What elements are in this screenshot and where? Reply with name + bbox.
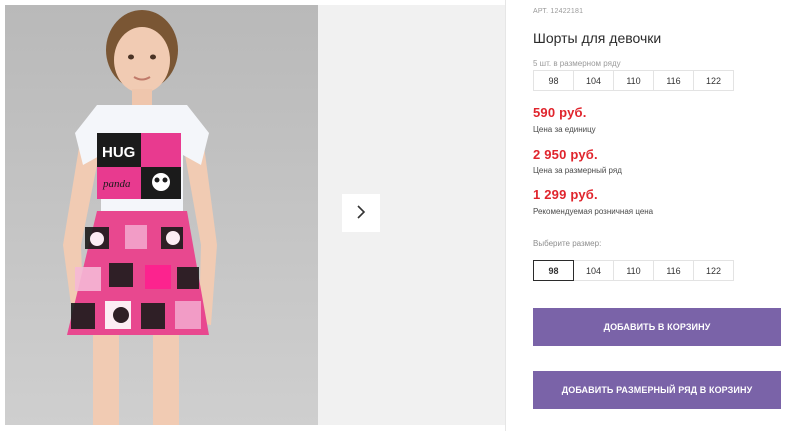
svg-text:panda: panda [102,178,131,190]
pack-size-row: 98 104 110 116 122 [533,70,734,91]
girl-illustration: HUG panda [5,5,318,425]
article-number: АРТ. 12422181 [533,8,584,15]
size-selector: 98 104 110 116 122 [533,260,734,281]
divider [505,0,506,431]
pack-price-caption: Цена за размерный ряд [533,166,622,175]
product-gallery: HUG panda [0,0,505,431]
pack-size-cell: 110 [613,70,654,91]
size-option[interactable]: 122 [693,260,734,281]
pack-price: 2 950 руб. [533,147,598,162]
pack-size-cell: 98 [533,70,574,91]
pack-size-cell: 104 [573,70,614,91]
size-option-selected[interactable]: 98 [533,260,574,281]
chevron-right-icon [355,204,367,223]
unit-price-caption: Цена за единицу [533,125,596,134]
pack-size-cell: 122 [693,70,734,91]
pack-size-cell: 116 [653,70,694,91]
retail-price: 1 299 руб. [533,187,598,202]
unit-price: 590 руб. [533,105,587,120]
svg-text:HUG: HUG [102,144,135,161]
next-image-button[interactable] [342,194,380,232]
size-option[interactable]: 110 [613,260,654,281]
size-option[interactable]: 116 [653,260,694,281]
pack-label: 5 шт. в размерном ряду [533,59,621,68]
add-pack-to-cart-button[interactable]: ДОБАВИТЬ РАЗМЕРНЫЙ РЯД В КОРЗИНУ [533,371,781,409]
product-title: Шорты для девочки [533,30,662,46]
product-photo[interactable]: HUG panda [5,5,318,425]
add-to-cart-button[interactable]: ДОБАВИТЬ В КОРЗИНУ [533,308,781,346]
choose-size-label: Выберите размер: [533,239,602,248]
size-option[interactable]: 104 [573,260,614,281]
retail-price-caption: Рекомендуемая розничная цена [533,207,654,216]
